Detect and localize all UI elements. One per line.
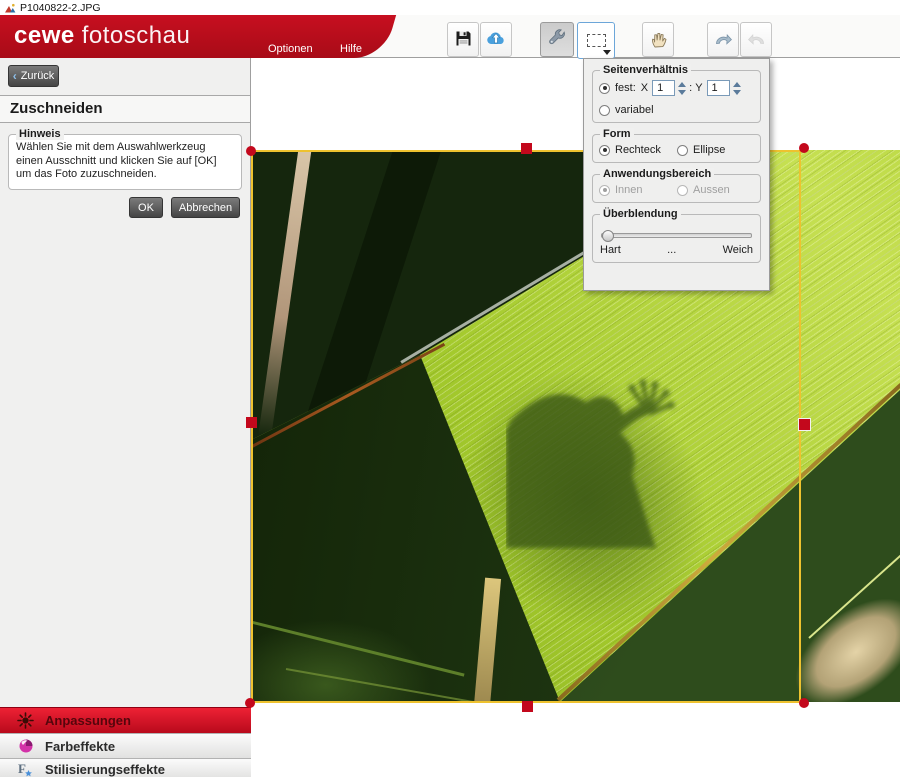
aspect-ratio-title: Seitenverhältnis — [600, 64, 691, 76]
cloud-upload-icon — [486, 30, 506, 49]
crop-handle-rightmiddle[interactable] — [798, 418, 811, 431]
undo-arrow-icon — [747, 31, 766, 49]
spin-up-icon[interactable] — [678, 82, 686, 87]
x-label: X — [641, 82, 648, 94]
aspect-ratio-group: Seitenverhältnis fest: X 1 : Y 1 variabe… — [592, 70, 761, 123]
hint-box: Hinweis Wählen Sie mit dem Auswahlwerkze… — [8, 134, 242, 190]
blend-mid-label: ... — [667, 244, 676, 256]
radio-fixed[interactable] — [599, 83, 610, 94]
radio-ellipse[interactable] — [677, 145, 688, 156]
shape-title: Form — [600, 128, 634, 140]
chevron-left-icon: ‹ — [13, 69, 17, 83]
brand-logo: cewe fotoschau — [14, 22, 190, 50]
titlebar: P1040822-2.JPG — [0, 0, 900, 15]
floppy-disk-icon — [455, 30, 472, 50]
crop-handle-bottomleft[interactable] — [245, 698, 255, 708]
menu-optionen[interactable]: Optionen — [268, 43, 313, 55]
crop-handle-bottomright[interactable] — [799, 698, 809, 708]
redo-arrow-icon — [714, 31, 733, 49]
hint-text: Wählen Sie mit dem Auswahlwerkzeug einen… — [9, 135, 241, 182]
window-title: P1040822-2.JPG — [20, 2, 101, 14]
upload-button[interactable] — [480, 22, 512, 57]
y-label: Y — [695, 82, 702, 94]
innen-label: Innen — [615, 184, 677, 196]
fixed-label: fest: — [615, 82, 636, 94]
sidebar-item-anpassungen[interactable]: Anpassungen — [0, 707, 251, 733]
chevron-down-icon[interactable] — [603, 50, 611, 55]
brand-bold: cewe — [14, 22, 75, 49]
shape-group: Form Rechteck Ellipse — [592, 134, 761, 163]
variable-label: variabel — [615, 104, 654, 116]
back-button-label: Zurück — [21, 70, 55, 82]
stylize-star-icon: F — [16, 761, 35, 777]
undo-button — [740, 22, 772, 57]
selection-rectangle-icon — [587, 34, 606, 47]
radio-rechteck[interactable] — [599, 145, 610, 156]
crop-handle-bottommiddle[interactable] — [522, 701, 533, 712]
blend-hart-label: Hart — [600, 244, 621, 256]
crop-handle-leftmiddle[interactable] — [246, 417, 257, 428]
sidebar-item-farbeffekte[interactable]: Farbeffekte — [0, 733, 251, 758]
redo-button[interactable] — [707, 22, 739, 57]
selection-tool-popup: Seitenverhältnis fest: X 1 : Y 1 variabe… — [583, 58, 770, 291]
rechteck-label: Rechteck — [615, 144, 677, 156]
back-button[interactable]: ‹ Zurück — [8, 65, 59, 87]
x-spinner[interactable] — [678, 82, 686, 95]
crop-handle-topright[interactable] — [799, 143, 809, 153]
spin-down-icon[interactable] — [733, 90, 741, 95]
save-button[interactable] — [447, 22, 479, 57]
cancel-button[interactable]: Abbrechen — [171, 197, 240, 218]
menu-hilfe[interactable]: Hilfe — [340, 43, 362, 55]
application-area-group: Anwendungsbereich Innen Aussen — [592, 174, 761, 203]
sidebar-item-label: Anpassungen — [45, 713, 131, 728]
color-wheel-icon — [16, 738, 35, 754]
brand-light: fotoschau — [82, 22, 191, 49]
blend-slider[interactable] — [601, 233, 752, 238]
pan-button[interactable] — [642, 22, 674, 57]
app-icon — [4, 2, 16, 14]
sidebar: ‹ Zurück Zuschneiden Hinweis Wählen Sie … — [0, 58, 251, 777]
spin-up-icon[interactable] — [733, 82, 741, 87]
ellipse-label: Ellipse — [693, 144, 725, 156]
ok-button[interactable]: OK — [129, 197, 163, 218]
spin-down-icon[interactable] — [678, 90, 686, 95]
sidebar-item-label: Stilisierungseffekte — [45, 762, 165, 777]
ratio-separator: : — [689, 82, 692, 94]
blend-title: Überblendung — [600, 208, 681, 220]
radio-variable[interactable] — [599, 105, 610, 116]
sidebar-item-label: Farbeffekte — [45, 739, 115, 754]
radio-innen — [599, 185, 610, 196]
x-value-input[interactable]: 1 — [652, 80, 675, 96]
sun-adjust-icon — [16, 712, 35, 729]
blend-weich-label: Weich — [723, 244, 753, 256]
radio-aussen — [677, 185, 688, 196]
selection-tool-button[interactable] — [577, 22, 615, 59]
app-window: P1040822-2.JPG cewe fotoschau Optionen Hi… — [0, 0, 900, 777]
svg-text:F: F — [18, 761, 26, 776]
blend-slider-thumb[interactable] — [602, 230, 614, 242]
y-spinner[interactable] — [733, 82, 741, 95]
wrench-icon — [548, 29, 567, 51]
hand-icon — [650, 29, 667, 51]
section-title: Zuschneiden — [0, 95, 250, 123]
hint-title: Hinweis — [16, 128, 64, 140]
crop-handle-topleft[interactable] — [246, 146, 256, 156]
tools-button[interactable] — [540, 22, 574, 57]
y-value-input[interactable]: 1 — [707, 80, 730, 96]
toolbar: cewe fotoschau Optionen Hilfe — [0, 15, 900, 58]
blend-group: Überblendung Hart ... Weich — [592, 214, 761, 263]
area-title: Anwendungsbereich — [600, 168, 714, 180]
crop-handle-topmiddle[interactable] — [521, 143, 532, 154]
aussen-label: Aussen — [693, 184, 730, 196]
sidebar-item-stilisierungseffekte[interactable]: F Stilisierungseffekte — [0, 758, 251, 777]
